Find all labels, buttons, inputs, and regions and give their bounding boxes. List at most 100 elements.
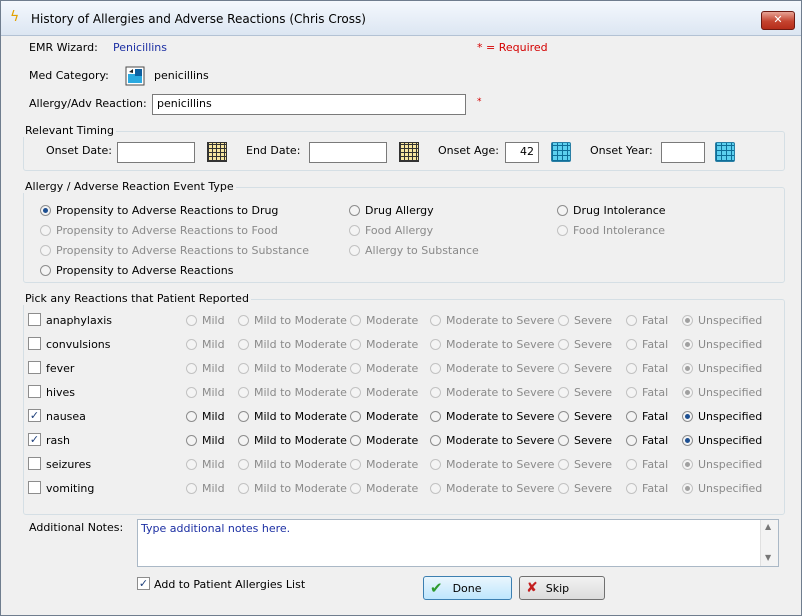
- severity-option[interactable]: Unspecified: [682, 434, 762, 447]
- severity-radio[interactable]: [430, 435, 441, 446]
- severity-option[interactable]: Moderate to Severe: [430, 434, 554, 447]
- severity-option: Mild: [186, 386, 225, 399]
- severity-option[interactable]: Fatal: [626, 410, 668, 423]
- severity-option[interactable]: Moderate: [350, 434, 418, 447]
- severity-radio: [558, 339, 569, 350]
- event-type-radio[interactable]: [349, 205, 360, 216]
- event-type-label: Food Intolerance: [573, 224, 666, 237]
- severity-option[interactable]: Mild to Moderate: [238, 434, 347, 447]
- severity-radio: [238, 339, 249, 350]
- severity-radio[interactable]: [186, 411, 197, 422]
- severity-radio[interactable]: [682, 435, 693, 446]
- severity-radio[interactable]: [558, 435, 569, 446]
- reaction-checkbox[interactable]: ✓: [28, 409, 41, 422]
- severity-label: Moderate to Severe: [446, 338, 555, 351]
- event-type-option: Food Allergy: [349, 224, 433, 237]
- reaction-checkbox[interactable]: [28, 457, 41, 470]
- title-bar[interactable]: ϟ History of Allergies and Adverse React…: [1, 1, 801, 36]
- scroll-up-icon[interactable]: ▲: [765, 522, 771, 531]
- severity-label: Fatal: [642, 434, 669, 447]
- severity-option[interactable]: Moderate to Severe: [430, 410, 554, 423]
- severity-option[interactable]: Severe: [558, 410, 612, 423]
- severity-radio[interactable]: [238, 435, 249, 446]
- allergy-input[interactable]: penicillins: [152, 94, 466, 115]
- severity-radio[interactable]: [350, 435, 361, 446]
- skip-button[interactable]: ✘ Skip: [519, 576, 605, 600]
- severity-radio[interactable]: [626, 411, 637, 422]
- event-type-radio[interactable]: [40, 265, 51, 276]
- notes-textarea[interactable]: Type additional notes here. ▲ ▼: [137, 519, 779, 567]
- severity-radio: [558, 363, 569, 374]
- end-date-calendar-icon[interactable]: [399, 142, 419, 162]
- severity-label: Mild to Moderate: [254, 482, 347, 495]
- reaction-checkbox[interactable]: [28, 361, 41, 374]
- event-type-option[interactable]: Drug Intolerance: [557, 204, 666, 217]
- reaction-checkbox[interactable]: [28, 481, 41, 494]
- severity-option: Mild: [186, 482, 225, 495]
- close-button[interactable]: ✕: [761, 11, 795, 30]
- med-category-value: penicillins: [154, 69, 209, 82]
- onset-age-picker-icon[interactable]: [551, 142, 571, 162]
- severity-option: Moderate: [350, 314, 418, 327]
- severity-option[interactable]: Mild to Moderate: [238, 410, 347, 423]
- severity-radio[interactable]: [350, 411, 361, 422]
- scroll-down-icon[interactable]: ▼: [765, 553, 771, 562]
- severity-radio: [350, 459, 361, 470]
- severity-label: Unspecified: [698, 362, 763, 375]
- onset-date-label: Onset Date:: [46, 144, 112, 157]
- onset-age-input[interactable]: 42: [505, 142, 539, 163]
- dialog-window: ϟ History of Allergies and Adverse React…: [0, 0, 802, 616]
- event-type-label: Propensity to Adverse Reactions to Subst…: [56, 244, 309, 257]
- done-button[interactable]: ✔ Done: [423, 576, 512, 600]
- severity-option[interactable]: Fatal: [626, 434, 668, 447]
- severity-option: Fatal: [626, 386, 668, 399]
- window-title: History of Allergies and Adverse Reactio…: [31, 12, 366, 26]
- severity-option: Fatal: [626, 482, 668, 495]
- severity-radio[interactable]: [558, 411, 569, 422]
- severity-label: Moderate to Severe: [446, 410, 555, 423]
- severity-option: Moderate to Severe: [430, 482, 554, 495]
- add-to-list-checkbox[interactable]: ✓: [137, 577, 150, 590]
- severity-radio: [238, 363, 249, 374]
- reaction-checkbox[interactable]: [28, 337, 41, 350]
- onset-year-input[interactable]: [661, 142, 705, 163]
- event-type-radio[interactable]: [557, 205, 568, 216]
- reaction-checkbox[interactable]: [28, 313, 41, 326]
- severity-radio: [682, 363, 693, 374]
- severity-option[interactable]: Mild: [186, 410, 225, 423]
- severity-label: Mild: [202, 362, 225, 375]
- notes-scrollbar[interactable]: ▲ ▼: [760, 520, 778, 566]
- severity-radio[interactable]: [682, 411, 693, 422]
- severity-option[interactable]: Unspecified: [682, 410, 762, 423]
- severity-option: Moderate: [350, 338, 418, 351]
- severity-option[interactable]: Severe: [558, 434, 612, 447]
- onset-date-input[interactable]: [117, 142, 195, 163]
- event-type-title: Allergy / Adverse Reaction Event Type: [23, 180, 236, 193]
- reaction-name: nausea: [46, 410, 86, 423]
- severity-label: Mild: [202, 482, 225, 495]
- severity-label: Fatal: [642, 338, 669, 351]
- severity-radio: [186, 363, 197, 374]
- severity-radio: [430, 363, 441, 374]
- event-type-option[interactable]: Propensity to Adverse Reactions: [40, 264, 233, 277]
- severity-radio[interactable]: [238, 411, 249, 422]
- severity-radio: [186, 483, 197, 494]
- reaction-checkbox[interactable]: ✓: [28, 433, 41, 446]
- onset-date-calendar-icon[interactable]: [207, 142, 227, 162]
- event-type-option[interactable]: Drug Allergy: [349, 204, 434, 217]
- event-type-radio: [40, 225, 51, 236]
- severity-radio: [682, 339, 693, 350]
- severity-option[interactable]: Moderate: [350, 410, 418, 423]
- severity-radio[interactable]: [626, 435, 637, 446]
- severity-label: Fatal: [642, 386, 669, 399]
- end-date-input[interactable]: [309, 142, 387, 163]
- severity-option[interactable]: Mild: [186, 434, 225, 447]
- severity-radio: [238, 483, 249, 494]
- severity-radio[interactable]: [186, 435, 197, 446]
- event-type-radio[interactable]: [40, 205, 51, 216]
- onset-year-picker-icon[interactable]: [715, 142, 735, 162]
- reaction-checkbox[interactable]: [28, 385, 41, 398]
- event-type-option[interactable]: Propensity to Adverse Reactions to Drug: [40, 204, 278, 217]
- severity-radio[interactable]: [430, 411, 441, 422]
- event-type-label: Propensity to Adverse Reactions to Drug: [56, 204, 279, 217]
